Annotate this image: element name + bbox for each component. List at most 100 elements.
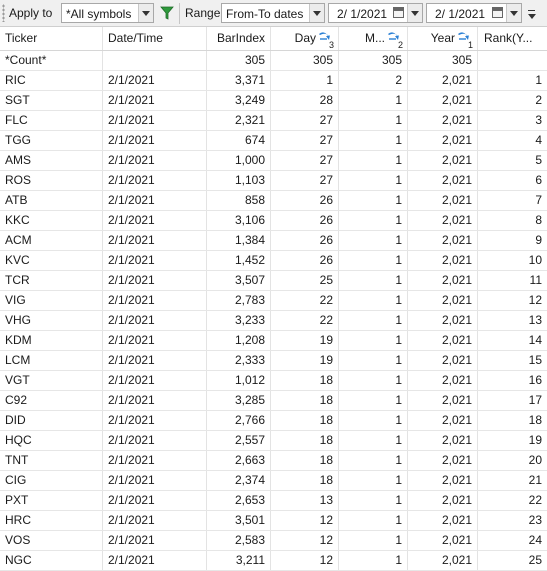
table-row[interactable]: KVC 2/1/2021 1,452 26 1 2,021 10 [0, 251, 547, 271]
cell-barindex: 1,012 [207, 371, 271, 390]
from-date-value: 2/ 1/2021 [337, 7, 388, 21]
column-header-month[interactable]: M... 2 [339, 27, 408, 50]
cell-year: 2,021 [408, 151, 478, 170]
column-header-label: Year [430, 31, 455, 45]
apply-to-select[interactable]: *All symbols [61, 3, 154, 23]
cell-datetime: 2/1/2021 [103, 311, 207, 330]
column-header-day[interactable]: Day 3 [271, 27, 339, 50]
table-row[interactable]: TNT 2/1/2021 2,663 18 1 2,021 20 [0, 451, 547, 471]
cell-day: 12 [271, 531, 339, 550]
cell-month: 2 [339, 71, 408, 90]
cell-datetime: 2/1/2021 [103, 131, 207, 150]
cell-year: 2,021 [408, 211, 478, 230]
chevron-down-icon[interactable] [506, 4, 521, 22]
table-row[interactable]: VHG 2/1/2021 3,233 22 1 2,021 13 [0, 311, 547, 331]
cell-month: 1 [339, 191, 408, 210]
count-row[interactable]: *Count* 305 305 305 305 [0, 51, 547, 71]
table-row[interactable]: FLC 2/1/2021 2,321 27 1 2,021 3 [0, 111, 547, 131]
cell-year: 2,021 [408, 171, 478, 190]
sort-order-number: 1 [468, 40, 474, 50]
chevron-down-icon[interactable] [309, 4, 324, 22]
cell-datetime: 2/1/2021 [103, 271, 207, 290]
table-row[interactable]: HRC 2/1/2021 3,501 12 1 2,021 23 [0, 511, 547, 531]
cell-datetime: 2/1/2021 [103, 111, 207, 130]
table-row[interactable]: RIC 2/1/2021 3,371 1 2 2,021 1 [0, 71, 547, 91]
cell-barindex: 1,103 [207, 171, 271, 190]
cell-month: 1 [339, 311, 408, 330]
column-header-label: M... [365, 31, 385, 45]
cell-day: 27 [271, 171, 339, 190]
table-row[interactable]: VIG 2/1/2021 2,783 22 1 2,021 12 [0, 291, 547, 311]
column-header-datetime[interactable]: Date/Time [103, 27, 207, 50]
toolbar-overflow-icon[interactable] [527, 10, 537, 22]
table-row[interactable]: VGT 2/1/2021 1,012 18 1 2,021 16 [0, 371, 547, 391]
cell-barindex: 3,371 [207, 71, 271, 90]
cell-month: 1 [339, 431, 408, 450]
cell-barindex: 305 [207, 51, 271, 70]
column-header-ticker[interactable]: Ticker [0, 27, 103, 50]
table-row[interactable]: KDM 2/1/2021 1,208 19 1 2,021 14 [0, 331, 547, 351]
cell-rank: 8 [535, 213, 542, 227]
cell-day: 26 [271, 231, 339, 250]
cell-barindex: 1,384 [207, 231, 271, 250]
toolbar-grip[interactable] [2, 4, 5, 22]
column-header-rank[interactable]: Rank(Y... [478, 27, 547, 50]
cell-barindex: 2,333 [207, 351, 271, 370]
cell-barindex: 858 [207, 191, 271, 210]
column-header-label: Date/Time [108, 31, 163, 45]
chevron-down-icon[interactable] [138, 4, 153, 22]
cell-rank: 10 [528, 253, 542, 267]
cell-rank: 23 [528, 513, 542, 527]
chevron-down-icon[interactable] [407, 4, 422, 22]
sort-descending-icon: 3 [318, 31, 334, 50]
table-row[interactable]: C92 2/1/2021 3,285 18 1 2,021 17 [0, 391, 547, 411]
cell-year: 305 [408, 51, 478, 70]
cell-day: 18 [271, 431, 339, 450]
table-row[interactable]: ROS 2/1/2021 1,103 27 1 2,021 6 [0, 171, 547, 191]
cell-day: 12 [271, 511, 339, 530]
column-header-year[interactable]: Year 1 [408, 27, 478, 50]
table-row[interactable]: ATB 2/1/2021 858 26 1 2,021 7 [0, 191, 547, 211]
table-row[interactable]: DID 2/1/2021 2,766 18 1 2,021 18 [0, 411, 547, 431]
cell-year: 2,021 [408, 411, 478, 430]
table-row[interactable]: VOS 2/1/2021 2,583 12 1 2,021 24 [0, 531, 547, 551]
cell-rank: 16 [528, 373, 542, 387]
table-row[interactable]: AMS 2/1/2021 1,000 27 1 2,021 5 [0, 151, 547, 171]
from-date-picker[interactable]: 2/ 1/2021 [328, 3, 423, 23]
cell-month: 1 [339, 451, 408, 470]
to-date-picker[interactable]: 2/ 1/2021 [426, 3, 522, 23]
table-row[interactable]: ACM 2/1/2021 1,384 26 1 2,021 9 [0, 231, 547, 251]
filter-button[interactable] [157, 3, 177, 23]
cell-barindex: 2,653 [207, 491, 271, 510]
cell-datetime: 2/1/2021 [103, 551, 207, 570]
cell-ticker: AMS [0, 151, 103, 170]
cell-month: 1 [339, 131, 408, 150]
cell-year: 2,021 [408, 251, 478, 270]
cell-year: 2,021 [408, 231, 478, 250]
table-row[interactable]: TCR 2/1/2021 3,507 25 1 2,021 11 [0, 271, 547, 291]
table-row[interactable]: CIG 2/1/2021 2,374 18 1 2,021 21 [0, 471, 547, 491]
table-row[interactable]: LCM 2/1/2021 2,333 19 1 2,021 15 [0, 351, 547, 371]
table-row[interactable]: NGC 2/1/2021 3,211 12 1 2,021 25 [0, 551, 547, 571]
range-select[interactable]: From-To dates [221, 3, 325, 23]
table-row[interactable]: HQC 2/1/2021 2,557 18 1 2,021 19 [0, 431, 547, 451]
cell-barindex: 1,452 [207, 251, 271, 270]
cell-barindex: 2,663 [207, 451, 271, 470]
apply-to-label: Apply to [9, 6, 53, 20]
sort-descending-icon: 1 [457, 31, 473, 50]
table-row[interactable]: TGG 2/1/2021 674 27 1 2,021 4 [0, 131, 547, 151]
cell-year: 2,021 [408, 531, 478, 550]
cell-rank: 25 [528, 553, 542, 567]
cell-barindex: 1,000 [207, 151, 271, 170]
cell-datetime: 2/1/2021 [103, 211, 207, 230]
cell-barindex: 3,106 [207, 211, 271, 230]
cell-year: 2,021 [408, 131, 478, 150]
cell-barindex: 2,783 [207, 291, 271, 310]
table-row[interactable]: PXT 2/1/2021 2,653 13 1 2,021 22 [0, 491, 547, 511]
cell-month: 1 [339, 511, 408, 530]
column-header-barindex[interactable]: BarIndex [207, 27, 271, 50]
table-row[interactable]: SGT 2/1/2021 3,249 28 1 2,021 2 [0, 91, 547, 111]
cell-datetime: 2/1/2021 [103, 531, 207, 550]
table-row[interactable]: KKC 2/1/2021 3,106 26 1 2,021 8 [0, 211, 547, 231]
cell-ticker: *Count* [0, 51, 103, 70]
